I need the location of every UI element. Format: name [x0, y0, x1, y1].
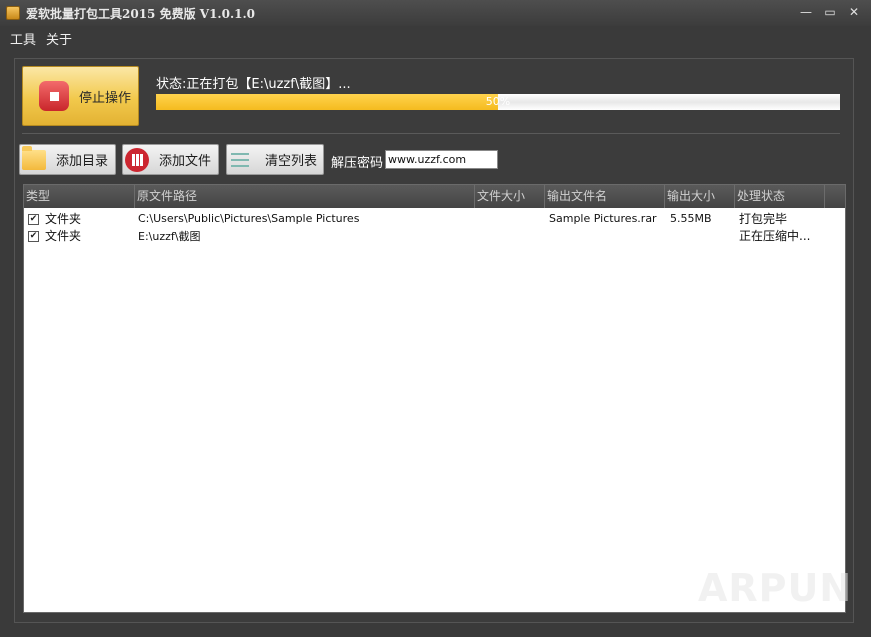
- status-text: 状态:正在打包【E:\uzzf\截图】...: [156, 77, 351, 92]
- watermark: ARPUN: [698, 566, 853, 610]
- row-path: C:\Users\Public\Pictures\Sample Pictures: [138, 212, 360, 225]
- column-filler: [825, 185, 845, 208]
- row-status: 打包完毕: [739, 212, 788, 226]
- column-source-path[interactable]: 原文件路径: [135, 185, 475, 208]
- table-row[interactable]: ✔ 文件夹 E:\uzzf\截图 正在压缩中...: [24, 227, 845, 244]
- menu-about[interactable]: 关于: [46, 29, 72, 48]
- progress-bar: 50%: [156, 94, 840, 110]
- stop-button-label: 停止操作: [79, 90, 132, 106]
- menu-tools[interactable]: 工具: [10, 29, 36, 48]
- divider: [22, 133, 840, 134]
- file-list[interactable]: 类型 原文件路径 文件大小 输出文件名 输出大小 处理状态 ✔ 文件夹 C:\Us…: [23, 184, 846, 613]
- row-path: E:\uzzf\截图: [138, 229, 201, 243]
- row-output-name: Sample Pictures.rar: [549, 212, 657, 225]
- clear-list-label: 清空列表: [265, 154, 318, 169]
- password-label: 解压密码: [331, 156, 384, 171]
- password-input[interactable]: [385, 150, 498, 169]
- window-controls: — ▭ ✕: [797, 3, 863, 21]
- row-output-size: 5.55MB: [670, 212, 712, 225]
- progress-label: 50%: [485, 95, 511, 108]
- row-type: 文件夹: [45, 229, 82, 243]
- maximize-button[interactable]: ▭: [821, 3, 839, 21]
- stop-operation-button[interactable]: 停止操作: [22, 66, 139, 126]
- menu-bar: 工具 关于: [0, 27, 72, 49]
- row-checkbox[interactable]: ✔: [28, 214, 39, 225]
- column-status[interactable]: 处理状态: [735, 185, 825, 208]
- minimize-button[interactable]: —: [797, 3, 815, 21]
- close-button[interactable]: ✕: [845, 3, 863, 21]
- clear-list-button[interactable]: 清空列表: [226, 144, 324, 175]
- row-checkbox[interactable]: ✔: [28, 231, 39, 242]
- column-output-size[interactable]: 输出大小: [665, 185, 735, 208]
- title-bar: 爱软批量打包工具2015 免费版 V1.0.1.0 — ▭ ✕: [0, 0, 871, 26]
- stop-icon: [39, 81, 69, 111]
- list-body: ✔ 文件夹 C:\Users\Public\Pictures\Sample Pic…: [24, 208, 845, 244]
- column-output-name[interactable]: 输出文件名: [545, 185, 665, 208]
- table-row[interactable]: ✔ 文件夹 C:\Users\Public\Pictures\Sample Pic…: [24, 210, 845, 227]
- column-file-size[interactable]: 文件大小: [475, 185, 545, 208]
- folder-icon: [22, 145, 46, 170]
- list-header: 类型 原文件路径 文件大小 输出文件名 输出大小 处理状态: [24, 185, 845, 208]
- row-type: 文件夹: [45, 212, 82, 226]
- books-icon: [125, 147, 149, 172]
- row-status: 正在压缩中...: [739, 229, 811, 243]
- add-directory-button[interactable]: 添加目录: [19, 144, 116, 175]
- add-file-button[interactable]: 添加文件: [122, 144, 219, 175]
- app-icon: [6, 6, 20, 20]
- clear-list-icon: [231, 152, 249, 167]
- add-directory-label: 添加目录: [56, 154, 109, 169]
- add-file-label: 添加文件: [159, 154, 212, 169]
- column-type[interactable]: 类型: [24, 185, 135, 208]
- window-title: 爱软批量打包工具2015 免费版 V1.0.1.0: [26, 6, 255, 21]
